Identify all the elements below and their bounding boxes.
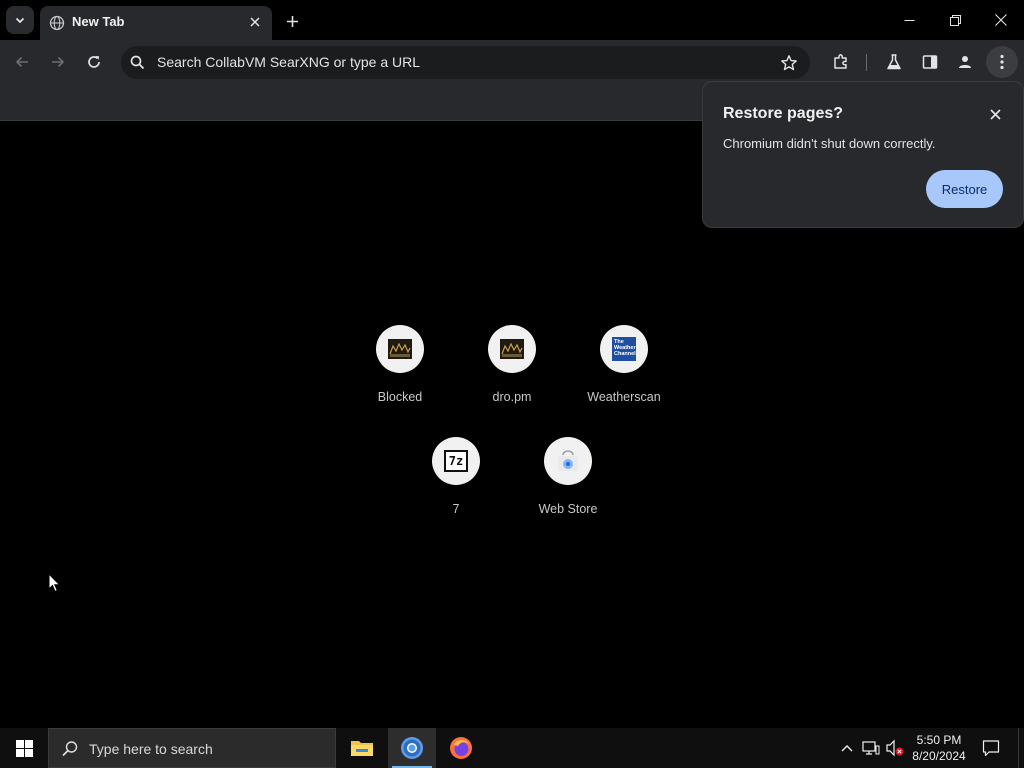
shortcut-tile-weatherscan[interactable]: The Weather Channel Weatherscan — [568, 325, 680, 425]
forward-button[interactable] — [45, 49, 71, 75]
start-button[interactable] — [0, 728, 48, 768]
toolbar-separator — [866, 54, 867, 71]
shortcut-icon-circle: The Weather Channel — [600, 325, 648, 373]
restore-pages-dialog: Restore pages? Chromium didn't shut down… — [702, 81, 1024, 228]
search-icon — [130, 55, 145, 70]
notification-center-button[interactable] — [981, 738, 1001, 758]
address-bar-placeholder: Search CollabVM SearXNG or type a URL — [157, 54, 420, 70]
shortcut-icon-circle: 7z — [432, 437, 480, 485]
shortcut-icon-circle — [376, 325, 424, 373]
taskbar-search-box[interactable]: Type here to search — [48, 728, 336, 768]
taskbar: Type here to search 5:50 PM 8/20/2024 — [0, 728, 1024, 768]
new-tab-button[interactable] — [280, 9, 304, 33]
tab-new-tab[interactable]: New Tab — [40, 6, 272, 40]
chrome-web-store-icon — [558, 450, 578, 471]
windows-logo-icon — [15, 739, 33, 757]
taskbar-search-placeholder: Type here to search — [89, 741, 213, 757]
taskbar-app-file-explorer[interactable] — [338, 728, 386, 768]
shortcut-tile-7[interactable]: 7z 7 — [400, 437, 512, 537]
shortcut-label: 7 — [452, 502, 460, 516]
address-bar[interactable]: Search CollabVM SearXNG or type a URL — [121, 46, 810, 79]
reload-button[interactable] — [81, 49, 107, 75]
shortcut-label: Web Store — [538, 502, 598, 516]
bookmark-star-button[interactable] — [779, 53, 799, 73]
close-icon — [250, 17, 260, 27]
shortcut-tile-blocked[interactable]: Blocked — [344, 325, 456, 425]
shortcut-icon-circle — [544, 437, 592, 485]
dialog-close-button[interactable] — [985, 104, 1005, 124]
close-window-button[interactable] — [978, 0, 1024, 40]
chevron-down-icon — [15, 17, 25, 24]
globe-icon — [49, 15, 65, 31]
dialog-message: Chromium didn't shut down correctly. — [723, 136, 936, 151]
network-tray-button[interactable] — [861, 738, 881, 758]
chromium-icon — [401, 737, 423, 759]
close-icon — [995, 14, 1007, 26]
notification-icon — [982, 740, 1000, 757]
clock-date: 8/20/2024 — [912, 749, 966, 763]
puzzle-icon — [834, 54, 847, 69]
dropm-icon — [500, 339, 524, 359]
shortcut-icon-circle — [488, 325, 536, 373]
network-icon — [862, 741, 880, 755]
person-icon — [959, 56, 971, 68]
side-panel-button[interactable] — [917, 49, 943, 75]
flask-icon — [887, 54, 901, 70]
firefox-icon — [450, 737, 472, 759]
plus-icon — [286, 15, 298, 27]
tray-overflow-button[interactable] — [837, 738, 857, 758]
tab-search-button[interactable] — [6, 6, 34, 34]
kebab-menu-icon — [1000, 54, 1004, 70]
minimize-button[interactable] — [886, 0, 932, 40]
taskbar-app-firefox[interactable] — [437, 728, 485, 768]
browser-toolbar: Search CollabVM SearXNG or type a URL — [0, 40, 1024, 85]
shortcut-tile-web-store[interactable]: Web Store — [512, 437, 624, 537]
taskbar-clock[interactable]: 5:50 PM 8/20/2024 — [906, 732, 972, 764]
dialog-title: Restore pages? — [723, 105, 844, 122]
tab-strip: New Tab — [0, 0, 1024, 40]
close-icon — [989, 108, 1001, 120]
restore-button[interactable]: Restore — [926, 170, 1003, 208]
mouse-cursor-icon — [48, 573, 61, 593]
labs-button[interactable] — [881, 49, 907, 75]
minimize-icon — [904, 19, 914, 21]
search-icon — [62, 741, 78, 757]
tab-close-button[interactable] — [246, 13, 264, 31]
weather-channel-icon: The Weather Channel — [612, 337, 636, 361]
taskbar-app-chromium[interactable] — [388, 728, 436, 768]
profile-button[interactable] — [952, 49, 978, 75]
arrow-right-icon — [52, 56, 65, 68]
clock-time: 5:50 PM — [916, 733, 962, 747]
shortcut-tile-dro-pm[interactable]: dro.pm — [456, 325, 568, 425]
side-panel-icon — [922, 55, 938, 69]
reload-icon — [88, 56, 100, 68]
dropm-icon — [388, 339, 412, 359]
restore-window-button[interactable] — [932, 0, 978, 40]
chevron-up-icon — [841, 745, 853, 752]
restore-window-icon — [949, 14, 961, 26]
shortcut-label: dro.pm — [492, 390, 532, 404]
tab-title: New Tab — [72, 14, 125, 29]
back-button[interactable] — [9, 49, 35, 75]
volume-muted-icon — [886, 739, 904, 757]
7zip-icon: 7z — [444, 450, 468, 472]
star-icon — [781, 55, 797, 71]
arrow-left-icon — [15, 56, 28, 68]
show-desktop-button[interactable] — [1018, 728, 1024, 768]
volume-tray-button[interactable] — [885, 738, 905, 758]
shortcut-label: Blocked — [377, 390, 423, 404]
file-explorer-icon — [351, 741, 373, 756]
extensions-button[interactable] — [828, 49, 854, 75]
shortcut-label: Weatherscan — [587, 390, 661, 404]
browser-menu-button[interactable] — [986, 46, 1018, 78]
